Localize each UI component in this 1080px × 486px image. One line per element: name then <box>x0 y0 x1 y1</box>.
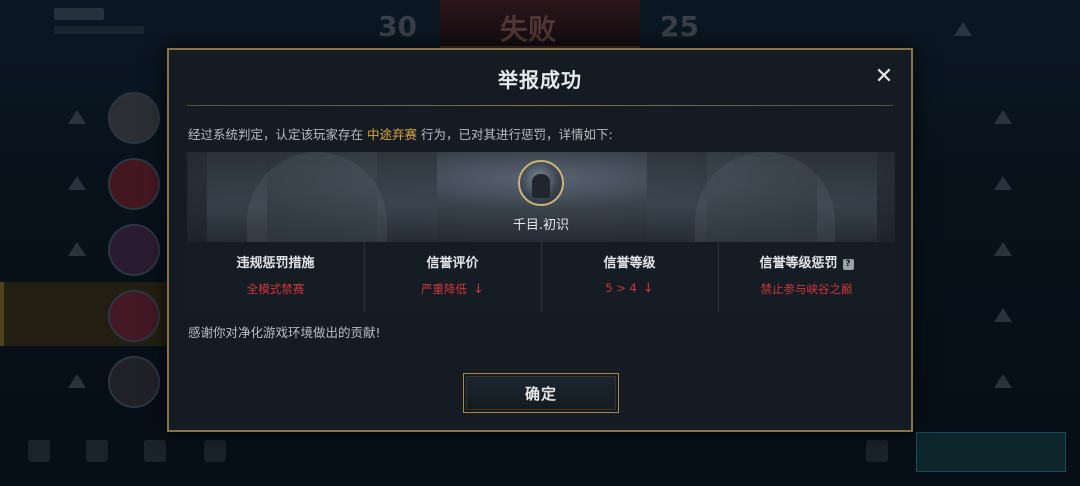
confirm-button[interactable]: 确定 <box>463 373 619 413</box>
penalty-description: 经过系统判定，认定该玩家存在 中途弃赛 行为，已对其进行惩罚，详情如下: <box>188 124 613 143</box>
column-header: 信誉等级惩罚 <box>759 256 838 271</box>
column-value: 禁止参与峡谷之巅 <box>760 282 853 296</box>
close-icon[interactable]: ✕ <box>873 66 895 88</box>
column-header: 信誉评价 <box>426 256 479 271</box>
help-icon[interactable]: ? <box>842 259 854 270</box>
description-prefix: 经过系统判定，认定该玩家存在 <box>188 127 364 142</box>
penalty-card: 千目.初识 违规惩罚措施 全模式禁赛 信誉评价 严重降低 ↓ 信誉等级 5 > 4… <box>187 152 895 312</box>
player-avatar <box>518 160 564 206</box>
arrow-down-icon: ↓ <box>473 282 484 297</box>
penalty-column: 违规惩罚措施 全模式禁赛 <box>187 242 364 312</box>
violation-type: 中途弃赛 <box>367 127 418 142</box>
player-name: 千目.初识 <box>512 218 570 233</box>
description-suffix: 行为，已对其进行惩罚，详情如下: <box>421 127 613 142</box>
arrow-down-icon: ↓ <box>642 281 654 296</box>
column-header: 违规惩罚措施 <box>236 256 315 271</box>
penalty-details: 违规惩罚措施 全模式禁赛 信誉评价 严重降低 ↓ 信誉等级 5 > 4 ↓ 信誉等级… <box>187 242 895 312</box>
column-value: 全模式禁赛 <box>246 282 305 296</box>
penalty-column: 信誉评价 严重降低 ↓ <box>364 242 541 312</box>
column-header: 信誉等级 <box>603 256 656 271</box>
title-divider <box>187 105 893 106</box>
column-value: 5 > 4 <box>605 281 637 295</box>
thanks-message: 感谢你对净化游戏环境做出的贡献! <box>188 325 381 340</box>
dialog-title: 举报成功 <box>498 68 582 92</box>
penalty-column: 信誉等级 5 > 4 ↓ <box>541 242 718 312</box>
column-value: 严重降低 <box>421 282 468 296</box>
penalty-column: 信誉等级惩罚? 禁止参与峡谷之巅 <box>718 242 895 312</box>
report-success-dialog: 举报成功 ✕ 经过系统判定，认定该玩家存在 中途弃赛 行为，已对其进行惩罚，详情如下… <box>167 48 913 432</box>
